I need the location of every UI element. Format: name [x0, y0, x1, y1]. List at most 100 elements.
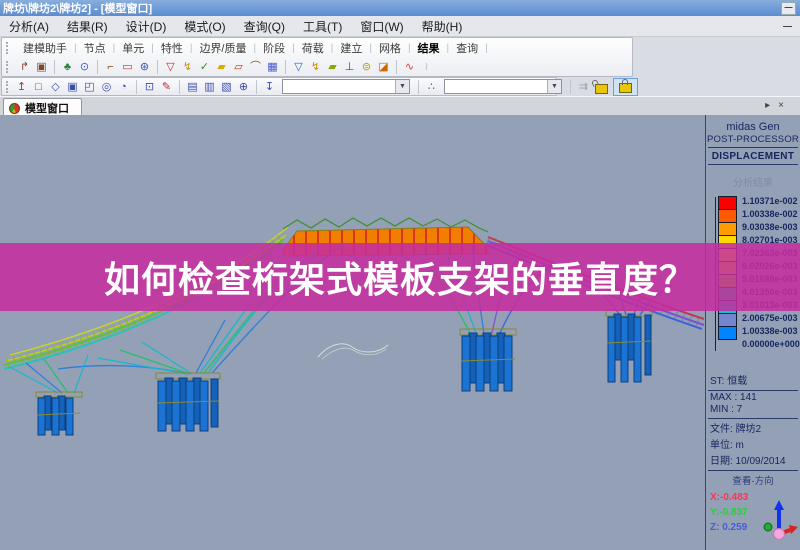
- influence-line-icon[interactable]: ∿: [401, 59, 418, 75]
- snap-tool-icon[interactable]: ↱: [16, 59, 33, 75]
- select-prev-icon[interactable]: ▤: [184, 79, 201, 95]
- ribbon-tab-0[interactable]: 建模助手: [16, 40, 74, 56]
- unlock-icon[interactable]: [595, 84, 608, 94]
- toolbar-row-1: ↱▣♣⊙⌐▭⊛▽↯✓▰▱⌒▦▽↯▰⊥⊜◪∿≀: [2, 58, 632, 76]
- document-tab-strip: 模型窗口 ▸×: [0, 96, 800, 115]
- named-group-icon[interactable]: ∴: [423, 79, 440, 95]
- model-viewport[interactable]: midas Gen POST-PROCESSOR DISPLACEMENT 分析…: [0, 115, 800, 550]
- legend-value-11: 0.00000e+000: [742, 338, 800, 351]
- menu-item-1[interactable]: 结果(R): [58, 16, 117, 37]
- ribbon-tab-8[interactable]: 网格: [372, 40, 408, 56]
- menu-item-5[interactable]: 工具(T): [294, 16, 351, 37]
- auto-fit-icon[interactable]: ⇉: [575, 79, 592, 95]
- toolbar-separator: [396, 60, 397, 74]
- window-title: 牌坊\牌坊2\牌坊2] - [模型窗口]: [3, 0, 152, 16]
- brand-label: midas Gen: [706, 121, 800, 133]
- menu-minimize-icon[interactable]: —: [783, 21, 792, 31]
- select-volume-icon[interactable]: ◎: [98, 79, 115, 95]
- select-intersect-icon[interactable]: ▣: [64, 79, 81, 95]
- next-tab-icon[interactable]: ▸: [765, 100, 778, 111]
- menu-item-6[interactable]: 窗口(W): [351, 16, 412, 37]
- work-plane-icon[interactable]: ⌐: [102, 59, 119, 75]
- info-row-2: 日期: 10/09/2014: [710, 452, 800, 467]
- lock-icon-selected[interactable]: [613, 78, 638, 96]
- legend-value-9: 2.00675e-003: [742, 312, 800, 325]
- toolbar-separator: [179, 80, 180, 94]
- select-arrow-icon[interactable]: ↥: [13, 79, 30, 95]
- minimize-button[interactable]: —: [781, 2, 796, 15]
- select-window-icon[interactable]: □: [30, 79, 47, 95]
- model-tab-label: 模型窗口: [25, 100, 69, 116]
- selection-toolbar-panel: ↥□◇▣◰◎◔⊡✎▤▥▧⊕↧▼∴▼⇉: [1, 77, 557, 96]
- dynamic-load-icon[interactable]: ↯: [179, 59, 196, 75]
- select-recent-icon[interactable]: ◔: [115, 79, 132, 95]
- inspect-icon[interactable]: ⊛: [136, 59, 153, 75]
- tree-view-icon[interactable]: ♣: [59, 59, 76, 75]
- zoom-dynamic-icon[interactable]: ⊡: [141, 79, 158, 95]
- section-icon[interactable]: ⊜: [358, 59, 375, 75]
- close-tab-icon[interactable]: ×: [778, 100, 792, 111]
- named-group-combo[interactable]: ▼: [444, 79, 562, 94]
- activate-icon[interactable]: ↧: [261, 79, 278, 95]
- ribbon-tab-3[interactable]: 特性: [154, 40, 190, 56]
- truss-result-icon[interactable]: ▽: [290, 59, 307, 75]
- ribbon-tab-9[interactable]: 结果: [411, 40, 447, 56]
- plate-icon[interactable]: ▰: [213, 59, 230, 75]
- legend-swatch-0: [718, 196, 737, 210]
- local-axis-icon[interactable]: ⊥: [341, 59, 358, 75]
- result-type-label: DISPLACEMENT: [706, 151, 800, 162]
- menu-item-4[interactable]: 查询(Q): [235, 16, 294, 37]
- toolbar-grip[interactable]: [6, 81, 8, 93]
- truss-load-icon[interactable]: ▽: [162, 59, 179, 75]
- arc-member-icon[interactable]: ⌒: [247, 59, 264, 75]
- solid-view-icon[interactable]: ◪: [375, 59, 392, 75]
- menu-item-3[interactable]: 模式(O): [175, 16, 234, 37]
- legend-swatch-9: [718, 313, 737, 327]
- select-plane-icon[interactable]: ◰: [81, 79, 98, 95]
- menu-item-2[interactable]: 设计(D): [117, 16, 176, 37]
- ribbon-tab-4[interactable]: 边界/质量: [192, 40, 253, 56]
- info-row-1: 单位: m: [710, 436, 800, 451]
- model-box-icon[interactable]: ▣: [33, 59, 50, 75]
- select-add-icon[interactable]: ▥: [201, 79, 218, 95]
- legend-value-10: 1.00338e-003: [742, 325, 800, 338]
- load-case-label: ST: 恒载: [710, 372, 800, 387]
- ribbon-tab-7[interactable]: 建立: [333, 40, 369, 56]
- stress-plate-icon[interactable]: ▰: [324, 59, 341, 75]
- active-group-combo[interactable]: ▼: [282, 79, 410, 94]
- ribbon-tab-5[interactable]: 阶段: [256, 40, 292, 56]
- tabstrip-controls: ▸×: [765, 100, 792, 111]
- redraw-pen-icon[interactable]: ✎: [158, 79, 175, 95]
- mode-shape-icon[interactable]: ↯: [307, 59, 324, 75]
- model-canvas[interactable]: [0, 115, 705, 550]
- select-rotate-icon[interactable]: ▧: [218, 79, 235, 95]
- toolbar-separator: [97, 60, 98, 74]
- slab-icon[interactable]: ▱: [230, 59, 247, 75]
- app-window: { "window": { "title": "牌坊\\牌坊2\\牌坊2] - …: [0, 0, 800, 550]
- menu-item-0[interactable]: 分析(A): [0, 16, 58, 37]
- check-model-icon[interactable]: ✓: [196, 59, 213, 75]
- menu-item-7[interactable]: 帮助(H): [413, 16, 472, 37]
- lock-icon[interactable]: [619, 83, 632, 93]
- ribbon-tab-2[interactable]: 单元: [115, 40, 151, 56]
- stat-row-0: MAX : 141: [710, 392, 800, 403]
- mesh-grid-icon[interactable]: ▦: [264, 59, 281, 75]
- midas-logo-icon: [9, 103, 20, 114]
- ribbon-tab-6[interactable]: 荷载: [295, 40, 331, 56]
- toolbar-separator: [136, 80, 137, 94]
- chevron-down-icon: ▼: [395, 80, 409, 93]
- zoom-user-icon[interactable]: ⊙: [76, 59, 93, 75]
- ribbon-tab-10[interactable]: 查询: [449, 40, 485, 56]
- toolbar-grip[interactable]: [6, 61, 11, 73]
- select-all-icon[interactable]: ⊕: [235, 79, 252, 95]
- ribbon-tab-1[interactable]: 节点: [77, 40, 113, 56]
- overlay-banner: 如何检查桁架式模板支架的垂直度？: [0, 243, 800, 311]
- toolbar-separator: [54, 60, 55, 74]
- legend-value-1: 1.00338e-002: [742, 208, 800, 221]
- view-direction-values: X:-0.483Y:-0.837Z: 0.259: [710, 488, 800, 550]
- frame-view-icon[interactable]: ▭: [119, 59, 136, 75]
- select-polygon-icon[interactable]: ◇: [47, 79, 64, 95]
- ribbon-separator: |: [485, 43, 488, 54]
- ghost-tool-icon[interactable]: ≀: [418, 59, 435, 75]
- toolbar-grip[interactable]: [6, 42, 11, 54]
